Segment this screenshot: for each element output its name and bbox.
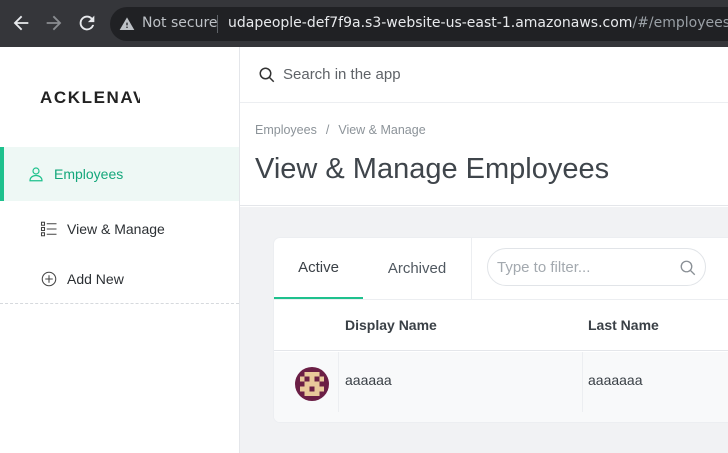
logo-text: ACKLENAV: [40, 88, 140, 107]
breadcrumb: Employees / View & Manage: [255, 123, 426, 137]
sidebar-item-label: Employees: [54, 166, 124, 182]
breadcrumb-item-view-manage: View & Manage: [338, 123, 426, 137]
filter-box: [487, 248, 707, 286]
page-title: View & Manage Employees: [255, 153, 610, 185]
cell-display-name: aaaaaa: [345, 372, 392, 388]
sidebar-item-employees[interactable]: Employees: [0, 147, 239, 201]
avatar: [295, 367, 329, 401]
breadcrumb-separator: /: [325, 123, 330, 137]
url-host: udapeople-def7f9a.s3-website-us-east-1.a…: [228, 15, 633, 31]
sidebar-item-label: Add New: [67, 271, 124, 287]
column-separator: [582, 352, 583, 412]
sidebar-item-view-manage[interactable]: View & Manage: [0, 202, 239, 256]
plus-circle-icon: [40, 270, 58, 288]
browser-toolbar: Not secure udapeople-def7f9a.s3-website-…: [0, 0, 728, 47]
search-icon[interactable]: [679, 259, 697, 277]
sidebar-item-label: View & Manage: [67, 221, 165, 237]
app-search-bar[interactable]: Search in the app: [240, 47, 728, 103]
list-icon: [40, 220, 58, 238]
tab-label: Archived: [387, 260, 447, 277]
address-bar[interactable]: Not secure udapeople-def7f9a.s3-website-…: [110, 7, 728, 41]
table-row[interactable]: aaaaaa aaaaaaa: [274, 352, 728, 422]
search-input[interactable]: Search in the app: [283, 66, 401, 83]
forward-arrow-icon[interactable]: [43, 12, 65, 34]
search-icon: [259, 67, 275, 83]
sidebar-item-add-new[interactable]: Add New: [0, 252, 239, 306]
user-icon: [27, 165, 45, 183]
sidebar-divider: [0, 303, 239, 304]
breadcrumb-item-employees[interactable]: Employees: [255, 123, 317, 137]
table-header: Display Name Last Name: [274, 300, 728, 351]
omnibox-divider: [217, 15, 218, 33]
tab-bar: Active Archived: [274, 238, 728, 299]
brand-logo[interactable]: ACKLENAV: [40, 88, 140, 108]
tab-label: Active: [298, 259, 339, 276]
column-header-last-name[interactable]: Last Name: [588, 317, 659, 333]
tab-archived[interactable]: Archived: [373, 238, 461, 299]
column-separator: [338, 352, 339, 412]
back-arrow-icon[interactable]: [10, 12, 32, 34]
cell-last-name: aaaaaaa: [588, 372, 643, 388]
reload-icon[interactable]: [76, 12, 98, 34]
tab-active[interactable]: Active: [274, 238, 363, 299]
sidebar: ACKLENAV Employees View & Manage Add New: [0, 47, 240, 453]
security-indicator[interactable]: Not secure: [142, 15, 218, 31]
page-header: Employees / View & Manage View & Manage Em…: [240, 104, 728, 206]
warning-icon: [119, 17, 135, 30]
tab-divider: [471, 238, 472, 299]
url-text[interactable]: udapeople-def7f9a.s3-website-us-east-1.a…: [228, 15, 728, 31]
filter-input[interactable]: [488, 249, 707, 285]
employees-card: Active Archived Display Name Last Name: [274, 238, 728, 422]
url-path: /#/employees: [632, 15, 728, 31]
column-header-display-name[interactable]: Display Name: [345, 317, 437, 333]
